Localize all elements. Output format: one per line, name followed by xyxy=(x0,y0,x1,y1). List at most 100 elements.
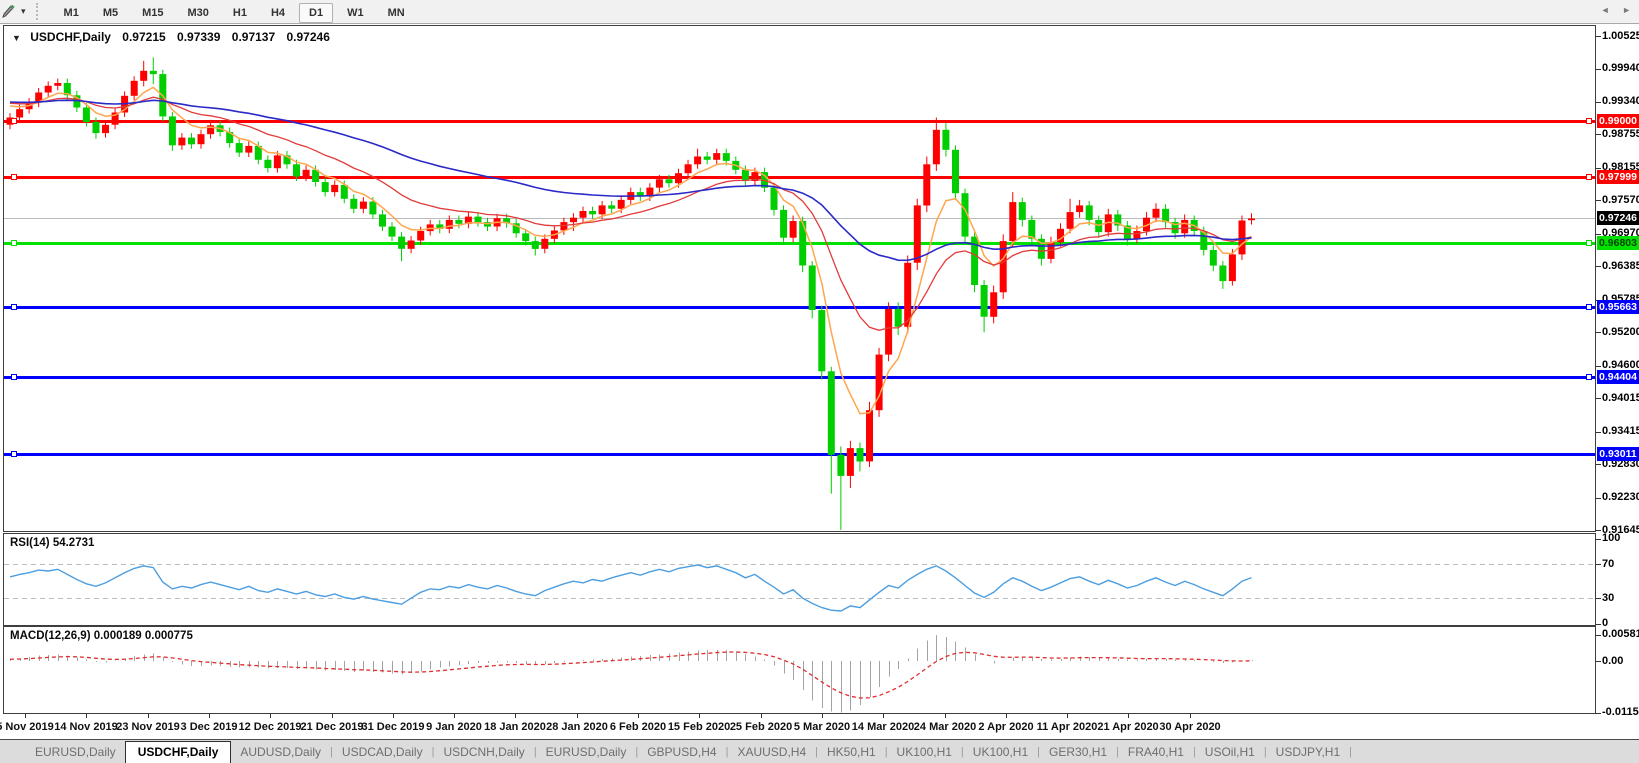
hline-right-handle[interactable] xyxy=(1587,375,1592,380)
price-axis-label: 0.98755 xyxy=(1602,128,1639,140)
hline-right-handle[interactable] xyxy=(1587,175,1592,180)
date-axis-label: 24 Mar 2020 xyxy=(914,721,976,733)
price-axis-label: 0.95200 xyxy=(1602,326,1639,338)
price-level-badge: 0.96803 xyxy=(1597,236,1639,250)
rsi-indicator-label: RSI(14) 54.2731 xyxy=(10,537,94,549)
date-axis-label: 14 Mar 2020 xyxy=(852,721,914,733)
ohlc-high: 0.97339 xyxy=(177,30,220,44)
chart-tab-usdcad-daily[interactable]: USDCAD,Daily xyxy=(333,743,432,761)
timeframe-button-h4[interactable]: H4 xyxy=(261,3,295,23)
toolbar-grip-handle[interactable] xyxy=(36,3,44,20)
date-axis-label: 28 Jan 2020 xyxy=(546,721,608,733)
chart-tab-eurusd-daily[interactable]: EURUSD,Daily xyxy=(26,743,125,761)
price-level-badge: 0.94404 xyxy=(1597,370,1639,384)
tab-scroll-arrows: ◄ ► xyxy=(1591,5,1631,15)
price-axis-label: 0.96385 xyxy=(1602,260,1639,272)
date-axis-label: 31 Dec 2019 xyxy=(362,721,425,733)
rsi-axis-label: 100 xyxy=(1602,532,1620,544)
chart-tabs-bar: EURUSD,DailyUSDCHF,DailyAUDUSD,Daily|USD… xyxy=(0,739,1639,763)
chart-title: ▼ USDCHF,Daily 0.97215 0.97339 0.97137 0… xyxy=(12,30,330,44)
price-axis-label: 0.92230 xyxy=(1602,491,1639,503)
ohlc-open: 0.97215 xyxy=(122,30,165,44)
price-axis-label: 0.94015 xyxy=(1602,392,1639,404)
price-level-badge: 0.95663 xyxy=(1597,300,1639,314)
hline-left-handle[interactable] xyxy=(12,241,17,246)
chart-tab-usdcnh-daily[interactable]: USDCNH,Daily xyxy=(434,743,533,761)
date-axis-label: 3 Dec 2019 xyxy=(181,721,238,733)
price-level-badge: 0.93011 xyxy=(1597,447,1639,461)
date-axis-label: 21 Dec 2019 xyxy=(301,721,364,733)
hline-left-handle[interactable] xyxy=(12,375,17,380)
hline-right-handle[interactable] xyxy=(1587,119,1592,124)
date-axis-label: 9 Jan 2020 xyxy=(426,721,482,733)
ohlc-low: 0.97137 xyxy=(232,30,275,44)
hline-left-handle[interactable] xyxy=(12,452,17,457)
chart-tab-audusd-daily[interactable]: AUDUSD,Daily xyxy=(231,743,330,761)
timeframe-button-d1[interactable]: D1 xyxy=(299,3,333,23)
chart-tab-gbpusd-h4[interactable]: GBPUSD,H4 xyxy=(638,743,725,761)
chart-tab-eurusd-daily[interactable]: EURUSD,Daily xyxy=(537,743,636,761)
chart-drawing-tool-icon xyxy=(1,4,17,19)
tab-separator: | xyxy=(1349,746,1352,758)
hline-right-handle[interactable] xyxy=(1587,241,1592,246)
chart-tab-uk100-h1[interactable]: UK100,H1 xyxy=(888,743,961,761)
rsi-axis-label: 30 xyxy=(1602,592,1614,604)
macd-axis-label: 0.00 xyxy=(1602,655,1623,667)
date-axis-label: 21 Apr 2020 xyxy=(1097,721,1158,733)
price-axis-label: 1.00525 xyxy=(1602,30,1639,42)
date-axis-label: 15 Feb 2020 xyxy=(668,721,730,733)
date-axis-label: 23 Nov 2019 xyxy=(116,721,180,733)
date-axis-label: 2 Apr 2020 xyxy=(978,721,1033,733)
price-level-badge: 0.97999 xyxy=(1597,170,1639,184)
rsi-axis-label: 70 xyxy=(1602,558,1614,570)
hline-left-handle[interactable] xyxy=(12,305,17,310)
price-axis-label: 0.99340 xyxy=(1602,95,1639,107)
chevron-down-icon[interactable]: ▾ xyxy=(21,6,26,17)
macd-axis-label: 0.005818 xyxy=(1602,628,1639,640)
timeframe-buttons: M1M5M15M30H1H4D1W1MN xyxy=(52,3,417,21)
hline-right-handle[interactable] xyxy=(1587,305,1592,310)
price-axis-label: 0.99940 xyxy=(1602,62,1639,74)
tab-scroll-left-button[interactable]: ◄ xyxy=(1601,5,1610,15)
chart-tool-button[interactable]: ▾ xyxy=(0,4,30,19)
date-axis-label: 12 Dec 2019 xyxy=(239,721,302,733)
timeframe-button-m30[interactable]: M30 xyxy=(178,3,219,23)
date-axis-label: 6 Feb 2020 xyxy=(610,721,666,733)
price-level-badge: 0.99000 xyxy=(1597,114,1639,128)
chart-tab-fra40-h1[interactable]: FRA40,H1 xyxy=(1119,743,1193,761)
timeframe-button-m15[interactable]: M15 xyxy=(132,3,173,23)
ohlc-close: 0.97246 xyxy=(287,30,330,44)
hline-left-handle[interactable] xyxy=(12,119,17,124)
timeframe-button-mn[interactable]: MN xyxy=(378,3,415,23)
price-axis-label: 0.97570 xyxy=(1602,194,1639,206)
timeframe-toolbar: ▾ M1M5M15M30H1H4D1W1MN xyxy=(0,0,1639,24)
chart-tab-hk50-h1[interactable]: HK50,H1 xyxy=(818,743,885,761)
macd-axis-label: -0.011514 xyxy=(1602,706,1639,718)
current-price-badge: 0.97246 xyxy=(1597,211,1639,225)
price-axis-label: 0.93415 xyxy=(1602,425,1639,437)
chart-tab-xauusd-h4[interactable]: XAUUSD,H4 xyxy=(728,743,815,761)
chart-tab-usoil-h1[interactable]: USOil,H1 xyxy=(1196,743,1264,761)
date-axis-label: 14 Nov 2019 xyxy=(54,721,118,733)
date-axis-label: 25 Feb 2020 xyxy=(730,721,792,733)
symbol-label: USDCHF,Daily xyxy=(30,30,111,44)
date-axis-label: 5 Mar 2020 xyxy=(794,721,850,733)
chart-tab-uk100-h1[interactable]: UK100,H1 xyxy=(964,743,1037,761)
date-axis-label: 18 Jan 2020 xyxy=(484,721,546,733)
timeframe-button-h1[interactable]: H1 xyxy=(223,3,257,23)
date-axis-label: 5 Nov 2019 xyxy=(0,721,54,733)
chart-canvas[interactable] xyxy=(0,0,1639,763)
date-axis-label: 30 Apr 2020 xyxy=(1159,721,1220,733)
collapse-caret-icon[interactable]: ▼ xyxy=(12,33,21,43)
chart-tab-usdjpy-h1[interactable]: USDJPY,H1 xyxy=(1267,743,1349,761)
timeframe-button-m5[interactable]: M5 xyxy=(93,3,128,23)
timeframe-button-m1[interactable]: M1 xyxy=(54,3,89,23)
hline-left-handle[interactable] xyxy=(12,175,17,180)
macd-indicator-label: MACD(12,26,9) 0.000189 0.000775 xyxy=(10,630,193,642)
chart-tab-usdchf-daily[interactable]: USDCHF,Daily xyxy=(125,741,232,763)
chart-tab-ger30-h1[interactable]: GER30,H1 xyxy=(1040,743,1116,761)
timeframe-button-w1[interactable]: W1 xyxy=(337,3,374,23)
trading-terminal-window: ▾ M1M5M15M30H1H4D1W1MN ▼ USDCHF,Daily 0.… xyxy=(0,0,1639,763)
date-axis-label: 11 Apr 2020 xyxy=(1037,721,1098,733)
tab-scroll-right-button[interactable]: ► xyxy=(1622,5,1631,15)
